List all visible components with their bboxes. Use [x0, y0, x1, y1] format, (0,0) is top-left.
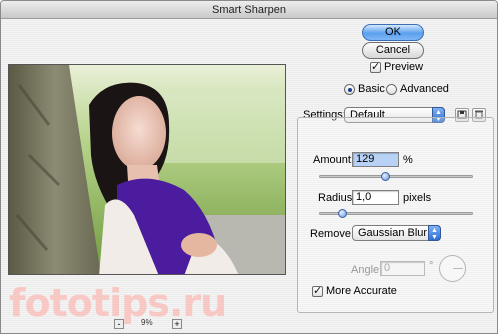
smart-sharpen-dialog: Smart Sharpen fototips.ru - 9% + OK Canc…	[0, 0, 498, 334]
advanced-label: Advanced	[400, 83, 449, 95]
minus-icon[interactable]: -	[114, 319, 124, 329]
preview-image[interactable]	[8, 64, 286, 275]
amount-label: Amount:	[313, 154, 354, 166]
advanced-radio[interactable]	[386, 84, 397, 95]
cancel-button[interactable]: Cancel	[362, 42, 424, 59]
updown-arrows-icon: ▲ ▼	[428, 225, 441, 241]
radius-slider-thumb[interactable]	[337, 209, 347, 218]
plus-icon[interactable]: +	[172, 319, 182, 329]
amount-unit: %	[403, 154, 413, 166]
more-accurate-checkbox[interactable]	[312, 284, 323, 297]
ok-button[interactable]: OK	[362, 24, 424, 41]
amount-field[interactable]: 129	[352, 152, 399, 167]
amount-slider[interactable]	[319, 175, 473, 178]
angle-dial[interactable]	[439, 255, 466, 282]
settings-panel	[297, 117, 494, 313]
more-accurate-label: More Accurate	[326, 285, 397, 297]
window-title: Smart Sharpen	[1, 1, 497, 19]
radius-label: Radius:	[318, 192, 356, 204]
remove-label: Remove:	[310, 228, 355, 240]
portrait-photo	[9, 65, 285, 274]
preview-checkbox[interactable]	[370, 60, 381, 73]
angle-label: Angle:	[351, 264, 383, 276]
basic-label: Basic	[358, 83, 385, 95]
angle-unit: °	[429, 260, 434, 272]
basic-radio[interactable]	[344, 84, 355, 95]
preview-label: Preview	[384, 61, 424, 73]
zoom-level: 9%	[141, 318, 153, 327]
remove-value: Gaussian Blur	[358, 227, 428, 239]
radius-field[interactable]: 1,0	[352, 190, 399, 205]
remove-select[interactable]: Gaussian Blur ▲ ▼	[352, 225, 441, 241]
angle-field[interactable]: 0	[380, 261, 425, 276]
radius-unit: pixels	[403, 192, 432, 204]
